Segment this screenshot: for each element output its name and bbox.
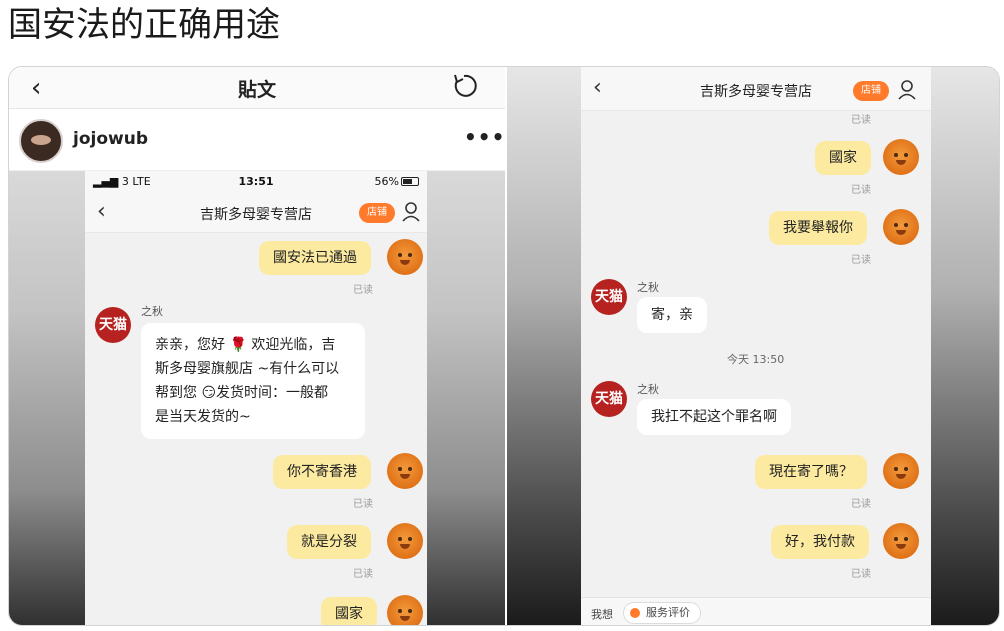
sender-name: 之秋	[141, 305, 163, 318]
message-bubble-outgoing[interactable]: 國家	[321, 597, 377, 625]
avatar	[883, 453, 919, 489]
avatar	[387, 595, 423, 625]
message-bubble-incoming[interactable]: 我扛不起这个罪名啊	[637, 399, 791, 435]
message-line: 斯多母婴旗舰店 ~有什么可以	[155, 361, 340, 377]
left-screenshot[interactable]: ‹ 貼文 jojowub ••• ▂▄▆ 3 LTE 13:51 56% ‹ 吉…	[9, 67, 505, 625]
avatar: 天猫	[591, 381, 627, 417]
chat-header: ‹ 吉斯多母婴专营店 店铺	[85, 193, 427, 233]
instagram-header: ‹ 貼文	[9, 67, 505, 109]
username[interactable]: jojowub	[73, 129, 148, 149]
refresh-icon[interactable]	[449, 71, 479, 101]
message-bubble-outgoing[interactable]: 就是分裂	[287, 525, 371, 559]
avatar	[387, 239, 423, 275]
avatar	[387, 523, 423, 559]
person-icon[interactable]	[897, 79, 919, 101]
message-bubble-outgoing[interactable]: 現在寄了嗎？	[755, 455, 867, 489]
phone-screenshot: ‹ 吉斯多母婴专营店 店铺 已读 國家 已读 我要舉報你 已读 天猫 之秋 寄，…	[581, 67, 931, 625]
person-icon[interactable]	[401, 201, 423, 223]
rating-icon	[630, 608, 640, 618]
message-bubble-outgoing[interactable]: 國家	[815, 141, 871, 175]
timestamp: 今天 13:50	[727, 353, 785, 366]
more-options-icon[interactable]: •••	[464, 125, 505, 149]
message-line: 帮到您 😏发货时间：一般都	[155, 385, 329, 401]
avatar	[883, 523, 919, 559]
quick-reply-label: 我想	[591, 608, 613, 621]
avatar: 天猫	[591, 279, 627, 315]
post-author-row: jojowub •••	[9, 109, 505, 171]
message-bubble-incoming[interactable]: 亲亲，您好 🌹 欢迎光临，吉 斯多母婴旗舰店 ~有什么可以 帮到您 😏发货时间：…	[141, 323, 365, 439]
chip-label: 服务评价	[646, 606, 690, 619]
message-bubble-outgoing[interactable]: 國安法已通過	[259, 241, 371, 275]
avatar: 天猫	[95, 307, 131, 343]
read-receipt: 已读	[353, 569, 373, 580]
message-bubble-outgoing[interactable]: 我要舉報你	[769, 211, 867, 245]
message-bubble-outgoing[interactable]: 你不寄香港	[273, 455, 371, 489]
avatar	[883, 139, 919, 175]
battery-percent: 56%	[374, 175, 399, 188]
avatar	[883, 209, 919, 245]
phone-screenshot: ▂▄▆ 3 LTE 13:51 56% ‹ 吉斯多母婴专营店 店铺 國安法已通過	[85, 171, 427, 625]
message-line: 是当天发货的~	[155, 409, 251, 425]
read-receipt: 已读	[851, 185, 871, 196]
read-receipt: 已读	[851, 569, 871, 580]
battery-icon	[401, 177, 419, 186]
right-screenshot[interactable]: ‹ 吉斯多母婴专营店 店铺 已读 國家 已读 我要舉報你 已读 天猫 之秋 寄，…	[507, 67, 999, 625]
chat-header: ‹ 吉斯多母婴专营店 店铺	[581, 67, 931, 111]
message-bubble-outgoing[interactable]: 好，我付款	[771, 525, 869, 559]
read-receipt: 已读	[353, 499, 373, 510]
read-receipt: 已读	[353, 285, 373, 296]
status-bar: ▂▄▆ 3 LTE 13:51 56%	[85, 171, 427, 193]
sender-name: 之秋	[637, 383, 659, 396]
message-bubble-incoming[interactable]: 寄，亲	[637, 297, 707, 333]
sender-name: 之秋	[637, 281, 659, 294]
shop-button[interactable]: 店铺	[853, 81, 889, 101]
avatar	[387, 453, 423, 489]
read-receipt: 已读	[851, 115, 871, 126]
read-receipt: 已读	[851, 499, 871, 510]
post-photo: ▂▄▆ 3 LTE 13:51 56% ‹ 吉斯多母婴专营店 店铺 國安法已通過	[9, 171, 505, 625]
message-line: 亲亲，您好 🌹 欢迎光临，吉	[155, 337, 336, 353]
read-receipt: 已读	[851, 255, 871, 266]
image-frame[interactable]: ‹ 貼文 jojowub ••• ▂▄▆ 3 LTE 13:51 56% ‹ 吉…	[8, 66, 1000, 626]
post-title: 国安法的正确用途	[8, 5, 280, 45]
avatar[interactable]	[19, 119, 63, 163]
page-title: 貼文	[237, 79, 276, 101]
service-rating-chip[interactable]: 服务评价	[623, 602, 701, 624]
chat-input-bar: 我想 服务评价	[581, 597, 931, 625]
shop-button[interactable]: 店铺	[359, 203, 395, 223]
